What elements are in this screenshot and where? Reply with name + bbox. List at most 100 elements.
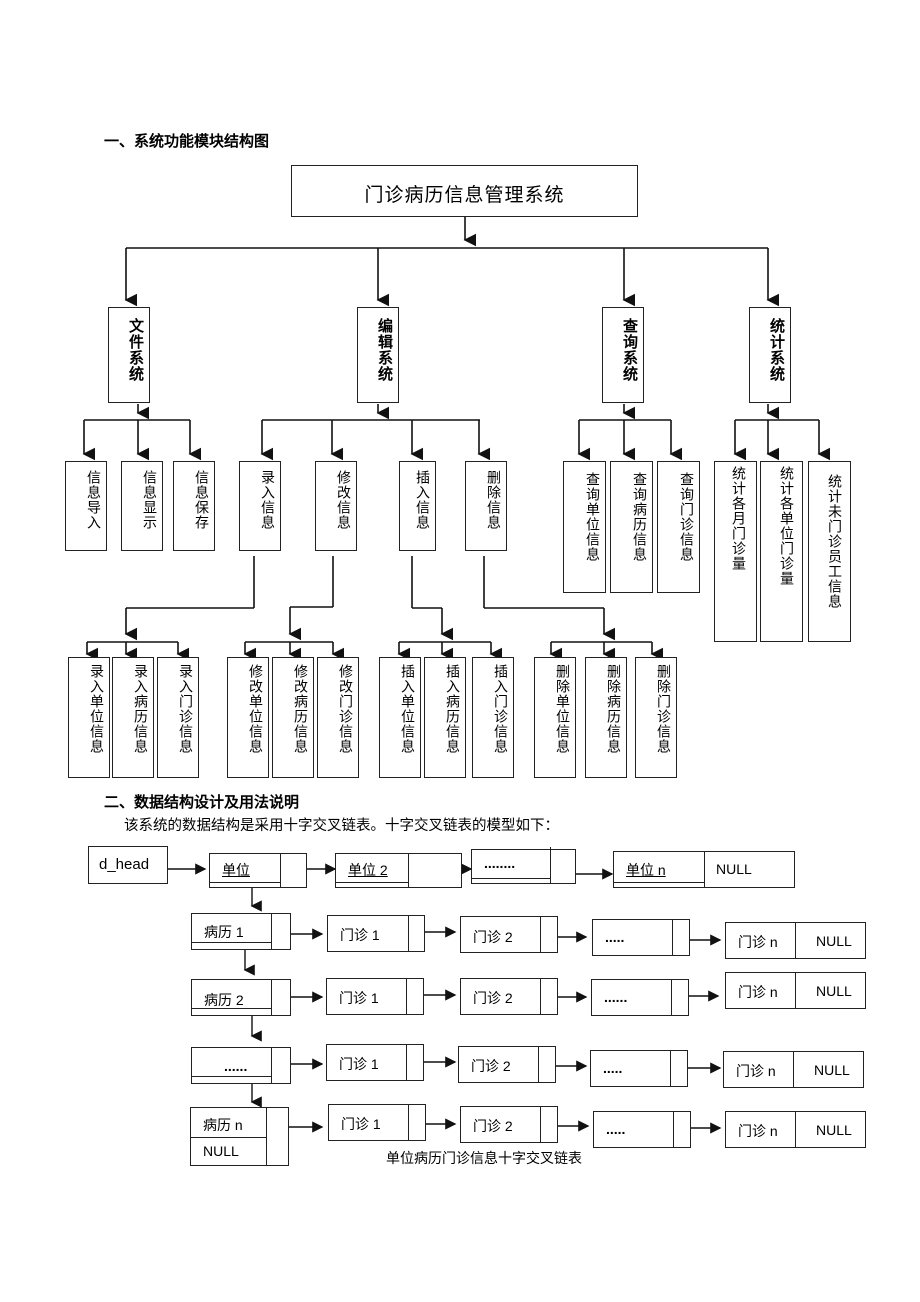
node-info-import: 信息导入 [65, 461, 107, 551]
null-label: NULL [203, 1143, 239, 1159]
leaf-enter-unit: 录入单位信息 [68, 657, 110, 778]
linked-list-caption: 单位病历门诊信息十字交叉链表 [386, 1151, 582, 1167]
unit-label: 单位 2 [348, 862, 388, 878]
visit-node-n: 门诊 n NULL [725, 922, 866, 959]
visit-node: 门诊 1 [326, 978, 424, 1015]
node-stats-monthly: 统计各月门诊量 [714, 461, 757, 642]
node-query-visit: 查询门诊信息 [657, 461, 700, 593]
module-file-system: 文件系统 [108, 307, 150, 403]
visit-label: 门诊 2 [473, 1118, 513, 1134]
node-label: 修改信息 [336, 470, 352, 530]
visit-label: 门诊 2 [471, 1058, 511, 1074]
null-label: NULL [816, 983, 852, 999]
leaf-label: 插入门诊信息 [493, 664, 509, 754]
node-label: 删除信息 [486, 470, 502, 530]
leaf-label: 插入病历信息 [445, 664, 461, 754]
node-label: 录入信息 [260, 470, 276, 530]
node-enter-info: 录入信息 [239, 461, 281, 551]
record-label: 病历 1 [204, 924, 244, 940]
unit-label: 单位 n [626, 862, 666, 878]
leaf-modify-visit: 修改门诊信息 [317, 657, 359, 778]
module-label: 文件系统 [127, 318, 144, 382]
leaf-insert-record: 插入病历信息 [424, 657, 466, 778]
visit-node: 门诊 2 [460, 978, 558, 1015]
node-info-display: 信息显示 [121, 461, 163, 551]
node-delete-info: 删除信息 [465, 461, 507, 551]
head-node: d_head [88, 846, 168, 884]
null-label: NULL [816, 933, 852, 949]
unit-label: 单位 [222, 862, 250, 878]
leaf-enter-visit: 录入门诊信息 [157, 657, 199, 778]
visit-node: 门诊 1 [328, 1104, 426, 1141]
visit-node-ellipsis: ..... [593, 1111, 691, 1148]
node-label: 查询病历信息 [632, 472, 648, 562]
node-stats-no-visit: 统计未门诊员工信息 [808, 461, 851, 642]
visit-label: 门诊 1 [340, 927, 380, 943]
null-label: NULL [716, 861, 752, 877]
record-node-2: 病历 2 [191, 979, 291, 1016]
visit-node-ellipsis: ..... [592, 919, 690, 956]
leaf-modify-unit: 修改单位信息 [227, 657, 269, 778]
visit-node: 门诊 2 [460, 1106, 558, 1143]
leaf-label: 录入病历信息 [133, 664, 149, 754]
leaf-label: 修改门诊信息 [338, 664, 354, 754]
node-stats-by-unit: 统计各单位门诊量 [760, 461, 803, 642]
visit-label: 门诊 n [736, 1063, 776, 1079]
module-query-system: 查询系统 [602, 307, 644, 403]
visit-node: 门诊 1 [327, 915, 425, 952]
record-label: ...... [224, 1058, 248, 1074]
visit-node-n: 门诊 n NULL [725, 1111, 866, 1148]
ellipsis-label: ...... [604, 989, 628, 1005]
leaf-label: 录入门诊信息 [178, 664, 194, 754]
unit-node-1: 单位 [209, 853, 307, 888]
visit-label: 门诊 n [738, 1123, 778, 1139]
node-label: 统计各月门诊量 [731, 466, 747, 571]
unit-node-2: 单位 2 [335, 853, 462, 888]
visit-node-n: 门诊 n NULL [723, 1051, 864, 1088]
module-label: 编辑系统 [376, 318, 393, 382]
module-edit-system: 编辑系统 [357, 307, 399, 403]
node-info-save: 信息保存 [173, 461, 215, 551]
leaf-delete-unit: 删除单位信息 [534, 657, 576, 778]
leaf-modify-record: 修改病历信息 [272, 657, 314, 778]
node-label: 统计未门诊员工信息 [827, 474, 843, 609]
section2-heading: 二、数据结构设计及用法说明 [104, 793, 300, 811]
leaf-label: 修改病历信息 [293, 664, 309, 754]
node-label: 查询门诊信息 [679, 472, 695, 562]
ellipsis-label: ..... [606, 1121, 626, 1137]
head-label: d_head [99, 856, 150, 873]
node-query-record: 查询病历信息 [610, 461, 653, 593]
visit-node-ellipsis: ...... [591, 979, 689, 1016]
node-insert-info: 插入信息 [399, 461, 436, 551]
visit-label: 门诊 n [738, 934, 778, 950]
visit-label: 门诊 2 [473, 929, 513, 945]
visit-label: 门诊 1 [341, 1116, 381, 1132]
visit-node: 门诊 2 [458, 1046, 556, 1083]
node-label: 信息导入 [86, 470, 102, 530]
leaf-label: 删除门诊信息 [656, 664, 672, 754]
node-label: 信息保存 [194, 470, 210, 530]
root-box: 门诊病历信息管理系统 [291, 165, 638, 217]
leaf-label: 录入单位信息 [89, 664, 105, 754]
node-label: 查询单位信息 [585, 472, 601, 562]
record-node-n: 病历 n NULL [190, 1107, 289, 1166]
leaf-delete-visit: 删除门诊信息 [635, 657, 677, 778]
null-label: NULL [816, 1122, 852, 1138]
leaf-delete-record: 删除病历信息 [585, 657, 627, 778]
leaf-label: 修改单位信息 [248, 664, 264, 754]
ellipsis-label: ..... [603, 1060, 623, 1076]
null-label: NULL [814, 1062, 850, 1078]
leaf-label: 删除病历信息 [606, 664, 622, 754]
leaf-insert-unit: 插入单位信息 [379, 657, 421, 778]
record-node-1: 病历 1 [191, 913, 291, 950]
visit-node: 门诊 1 [326, 1044, 424, 1081]
leaf-enter-record: 录入病历信息 [112, 657, 154, 778]
unit-label: ........ [484, 855, 516, 871]
visit-node-n: 门诊 n NULL [725, 972, 866, 1009]
visit-label: 门诊 1 [339, 990, 379, 1006]
record-label: 病历 n [203, 1117, 243, 1133]
leaf-label: 插入单位信息 [400, 664, 416, 754]
module-stats-system: 统计系统 [749, 307, 791, 403]
node-label: 信息显示 [142, 470, 158, 530]
visit-label: 门诊 2 [473, 990, 513, 1006]
